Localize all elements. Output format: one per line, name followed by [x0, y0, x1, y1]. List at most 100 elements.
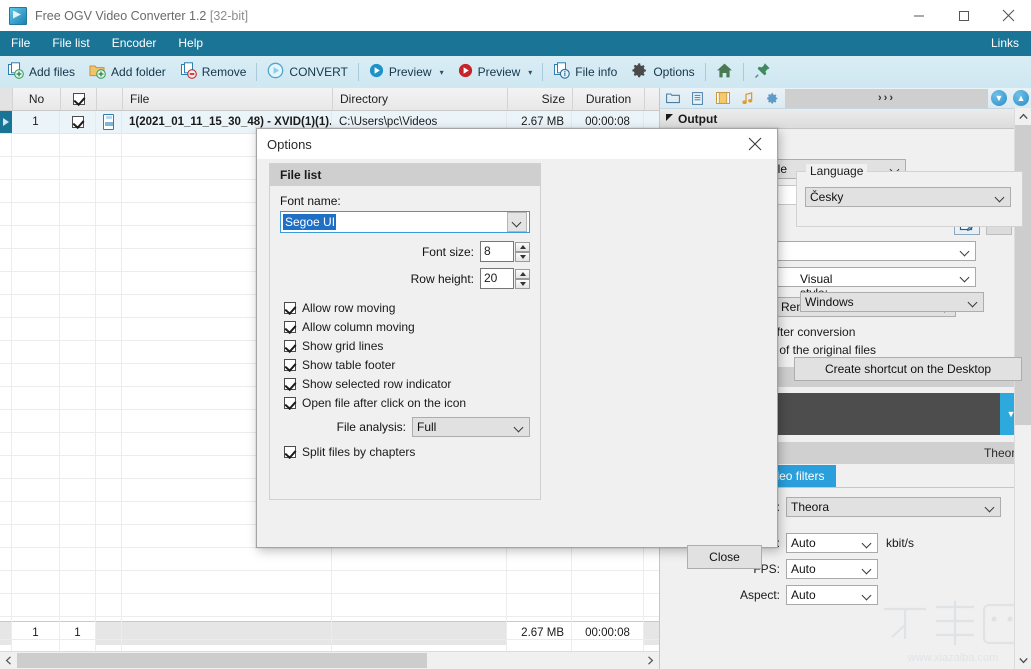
- preview-caret-2[interactable]: ▾: [528, 68, 532, 77]
- document-tab-icon[interactable]: [685, 89, 710, 108]
- minimize-button[interactable]: [896, 0, 941, 31]
- preview-button-1[interactable]: Preview ▾: [362, 56, 451, 88]
- scrollbar-track[interactable]: [427, 652, 642, 669]
- file-info-button[interactable]: File info: [546, 56, 624, 88]
- empty-cell: [12, 548, 60, 570]
- window-controls: [896, 0, 1031, 31]
- create-shortcut-button[interactable]: Create shortcut on the Desktop: [794, 357, 1022, 381]
- font-size-row: Font size: 8: [270, 233, 540, 262]
- empty-row[interactable]: [0, 594, 659, 617]
- horizontal-scrollbar[interactable]: [0, 651, 659, 669]
- empty-row[interactable]: [0, 548, 659, 571]
- menu-item-help[interactable]: Help: [167, 31, 214, 56]
- bitrate-combo[interactable]: Auto: [786, 533, 878, 553]
- option-checkbox-row[interactable]: Show grid lines: [284, 339, 530, 353]
- column-header-no[interactable]: No: [13, 88, 61, 110]
- preview-caret-1[interactable]: ▾: [440, 68, 444, 77]
- row-file-icon-cell[interactable]: [96, 111, 122, 133]
- column-header-duration[interactable]: Duration: [573, 88, 645, 110]
- language-combo[interactable]: Česky: [805, 187, 1011, 207]
- add-files-button[interactable]: Add files: [0, 56, 82, 88]
- pin-button[interactable]: [747, 56, 778, 88]
- row-checkbox-cell[interactable]: [60, 111, 96, 133]
- split-files-checkbox[interactable]: [284, 446, 296, 458]
- row-height-increment[interactable]: [515, 268, 530, 279]
- row-height-input[interactable]: 20: [480, 268, 514, 289]
- option-checkbox[interactable]: [284, 340, 296, 352]
- remove-button[interactable]: Remove: [173, 56, 254, 88]
- scroll-left-button[interactable]: [0, 652, 17, 669]
- settings-tab-icon[interactable]: [760, 89, 785, 108]
- convert-button[interactable]: CONVERT: [260, 56, 354, 88]
- video-file-icon[interactable]: [103, 114, 114, 130]
- scroll-up-button[interactable]: [1015, 108, 1031, 125]
- folder-tab-icon[interactable]: [660, 89, 685, 108]
- option-checkbox-row[interactable]: Allow row moving: [284, 301, 530, 315]
- remove-icon: [180, 62, 197, 82]
- output-section-header[interactable]: Output: [660, 109, 1031, 129]
- option-checkbox-row[interactable]: Allow column moving: [284, 320, 530, 334]
- option-checkbox[interactable]: [284, 378, 296, 390]
- dialog-close-action-button[interactable]: Close: [687, 545, 762, 569]
- prefix-combo[interactable]: [776, 241, 976, 261]
- option-checkbox-row[interactable]: Open file after click on the icon: [284, 396, 530, 410]
- menu-item-links[interactable]: Links: [980, 31, 1031, 56]
- application-window: Free OGV Video Converter 1.2 [32-bit] Fi…: [0, 0, 1031, 669]
- column-header-size[interactable]: Size: [508, 88, 573, 110]
- empty-cell: [60, 571, 96, 593]
- audio-tab-icon[interactable]: [735, 89, 760, 108]
- empty-cell: [0, 456, 12, 478]
- column-header-checkbox[interactable]: [61, 88, 97, 110]
- home-button[interactable]: [709, 56, 740, 88]
- split-files-checkbox-row[interactable]: Split files by chapters: [284, 445, 530, 459]
- expand-arrows-button[interactable]: ›››: [785, 88, 988, 108]
- visual-style-combo[interactable]: Windows: [800, 292, 984, 312]
- scroll-down-button[interactable]: [1015, 652, 1031, 669]
- collapse-down-button[interactable]: ▼: [991, 90, 1007, 106]
- font-size-label: Font size:: [421, 244, 474, 259]
- option-checkbox[interactable]: [284, 359, 296, 371]
- font-size-input[interactable]: 8: [480, 241, 514, 262]
- codec-combo[interactable]: Theora: [786, 497, 1001, 517]
- collapse-up-button[interactable]: ▲: [1013, 90, 1029, 106]
- row-checkbox[interactable]: [71, 116, 84, 128]
- menu-item-encoder[interactable]: Encoder: [101, 31, 168, 56]
- empty-cell: [12, 318, 60, 340]
- font-size-decrement[interactable]: [515, 251, 530, 262]
- font-name-dropdown-button[interactable]: [507, 212, 527, 232]
- font-size-spinner[interactable]: 8: [480, 241, 530, 262]
- menu-item-file[interactable]: File: [0, 31, 41, 56]
- aspect-combo[interactable]: Auto: [786, 585, 878, 605]
- option-checkbox-row[interactable]: Show table footer: [284, 358, 530, 372]
- empty-row[interactable]: [0, 617, 659, 640]
- empty-row[interactable]: [0, 571, 659, 594]
- column-header-directory[interactable]: Directory: [333, 88, 508, 110]
- dialog-close-button[interactable]: [733, 129, 777, 159]
- option-checkbox-row[interactable]: Show selected row indicator: [284, 377, 530, 391]
- file-analysis-label: File analysis:: [336, 420, 406, 434]
- option-checkbox[interactable]: [284, 397, 296, 409]
- empty-cell: [0, 272, 12, 294]
- menu-item-file-list[interactable]: File list: [41, 31, 100, 56]
- empty-cell: [60, 479, 96, 501]
- column-header-icon[interactable]: [97, 88, 123, 110]
- scroll-right-button[interactable]: [642, 652, 659, 669]
- close-button[interactable]: [986, 0, 1031, 31]
- column-header-file[interactable]: File: [123, 88, 333, 110]
- select-all-checkbox[interactable]: [72, 93, 85, 105]
- fps-combo[interactable]: Auto: [786, 559, 878, 579]
- option-checkbox[interactable]: [284, 321, 296, 333]
- row-height-spinner[interactable]: 20: [480, 268, 530, 289]
- option-checkbox[interactable]: [284, 302, 296, 314]
- add-folder-button[interactable]: Add folder: [82, 56, 173, 88]
- row-height-decrement[interactable]: [515, 278, 530, 289]
- font-size-increment[interactable]: [515, 241, 530, 252]
- font-name-combobox[interactable]: Segoe UI: [280, 211, 530, 233]
- file-analysis-combo[interactable]: Full: [412, 417, 530, 437]
- preview-button-2[interactable]: Preview ▾: [451, 56, 540, 88]
- video-tab-icon[interactable]: [710, 89, 735, 108]
- options-button[interactable]: Options: [624, 56, 701, 88]
- empty-cell: [96, 387, 122, 409]
- scrollbar-thumb[interactable]: [17, 653, 427, 668]
- maximize-button[interactable]: [941, 0, 986, 31]
